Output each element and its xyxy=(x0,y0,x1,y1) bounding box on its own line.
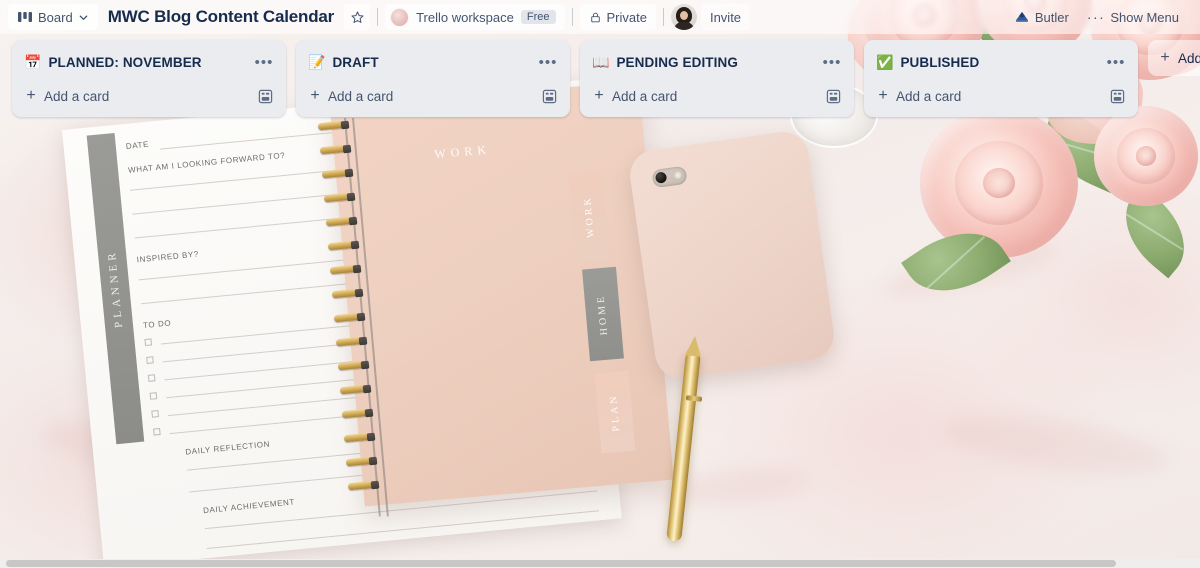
header-divider xyxy=(662,8,664,26)
add-card-label: Add a card xyxy=(328,88,394,104)
star-board-button[interactable] xyxy=(344,4,371,30)
list-published: ✅ PUBLISHED ••• + Add a card xyxy=(864,40,1138,117)
add-another-list-button[interactable]: + Add another list xyxy=(1148,40,1200,76)
list-actions-menu-button[interactable]: ••• xyxy=(536,51,560,73)
card-template-icon[interactable] xyxy=(254,85,276,107)
star-icon xyxy=(351,11,364,23)
butler-button[interactable]: Butler xyxy=(1005,4,1078,30)
workspace-chip[interactable]: Trello workspace Free xyxy=(385,4,565,30)
list-title[interactable]: PENDING EDITING xyxy=(616,55,813,70)
board-columns-icon xyxy=(18,12,32,22)
list-header: ✅ PUBLISHED ••• xyxy=(868,46,1134,79)
list-header: 📅 PLANNED: NOVEMBER ••• xyxy=(16,46,282,79)
list-draft: 📝 DRAFT ••• + Add a card xyxy=(296,40,570,117)
board-view-label: Board xyxy=(38,9,73,25)
memo-icon: 📝 xyxy=(308,54,326,70)
list-title[interactable]: PLANNED: NOVEMBER xyxy=(48,55,245,70)
show-menu-button[interactable]: ··· Show Menu xyxy=(1078,4,1188,30)
card-template-icon[interactable] xyxy=(822,85,844,107)
add-card-label: Add a card xyxy=(44,88,110,104)
list-header: 📝 DRAFT ••• xyxy=(300,46,566,79)
add-card-label: Add a card xyxy=(612,88,678,104)
butler-label: Butler xyxy=(1034,9,1069,25)
member-avatar[interactable] xyxy=(670,4,697,30)
board-visibility-label: Private xyxy=(606,9,647,25)
add-card-row[interactable]: + Add a card xyxy=(300,79,566,113)
plus-icon: + xyxy=(26,87,36,104)
board-lists-container: 📅 PLANNED: NOVEMBER ••• + Add a card 📝 D… xyxy=(0,34,1200,568)
list-header: 📖 PENDING EDITING ••• xyxy=(584,46,850,79)
invite-button[interactable]: Invite xyxy=(700,4,751,30)
card-template-icon[interactable] xyxy=(1106,85,1128,107)
avatar-body xyxy=(673,22,694,30)
workspace-plan-badge: Free xyxy=(520,10,556,24)
list-actions-menu-button[interactable]: ••• xyxy=(820,51,844,73)
plus-icon: + xyxy=(594,87,604,104)
open-book-icon: 📖 xyxy=(592,54,610,70)
horizontal-scrollbar-track[interactable] xyxy=(0,559,1200,568)
show-menu-label: Show Menu xyxy=(1110,9,1179,25)
list-title[interactable]: DRAFT xyxy=(332,55,529,70)
plus-icon: + xyxy=(310,87,320,104)
ellipsis-icon: ··· xyxy=(1086,9,1106,25)
board-visibility-button[interactable]: Private xyxy=(579,4,656,30)
plus-icon: + xyxy=(1160,49,1170,66)
board-view-switcher-button[interactable]: Board xyxy=(8,4,98,30)
invite-label: Invite xyxy=(709,9,742,25)
horizontal-scrollbar-thumb[interactable] xyxy=(6,560,1116,567)
board-title: MWC Blog Content Calendar xyxy=(107,7,335,26)
add-another-list-label: Add another list xyxy=(1178,50,1200,66)
header-divider xyxy=(377,8,379,26)
header-divider xyxy=(571,8,573,26)
board-header-bar: Board MWC Blog Content Calendar Trello w… xyxy=(0,0,1200,34)
check-mark-icon: ✅ xyxy=(876,54,894,70)
add-card-row[interactable]: + Add a card xyxy=(868,79,1134,113)
chevron-down-icon xyxy=(79,14,88,20)
avatar-face xyxy=(679,11,688,20)
lock-icon xyxy=(590,12,600,22)
add-card-label: Add a card xyxy=(896,88,962,104)
list-title[interactable]: PUBLISHED xyxy=(900,55,1097,70)
workspace-name: Trello workspace xyxy=(416,9,514,25)
list-pending-editing: 📖 PENDING EDITING ••• + Add a card xyxy=(580,40,854,117)
calendar-icon: 📅 xyxy=(24,54,42,70)
add-card-row[interactable]: + Add a card xyxy=(16,79,282,113)
butler-icon xyxy=(1015,12,1028,22)
trello-board-page: PLANNER DATE WHAT AM I LOOKING FORWARD T… xyxy=(0,0,1200,568)
list-actions-menu-button[interactable]: ••• xyxy=(252,51,276,73)
add-card-row[interactable]: + Add a card xyxy=(584,79,850,113)
card-template-icon[interactable] xyxy=(538,85,560,107)
plus-icon: + xyxy=(878,87,888,104)
workspace-avatar-icon xyxy=(390,7,410,27)
list-planned-november: 📅 PLANNED: NOVEMBER ••• + Add a card xyxy=(12,40,286,117)
list-actions-menu-button[interactable]: ••• xyxy=(1104,51,1128,73)
